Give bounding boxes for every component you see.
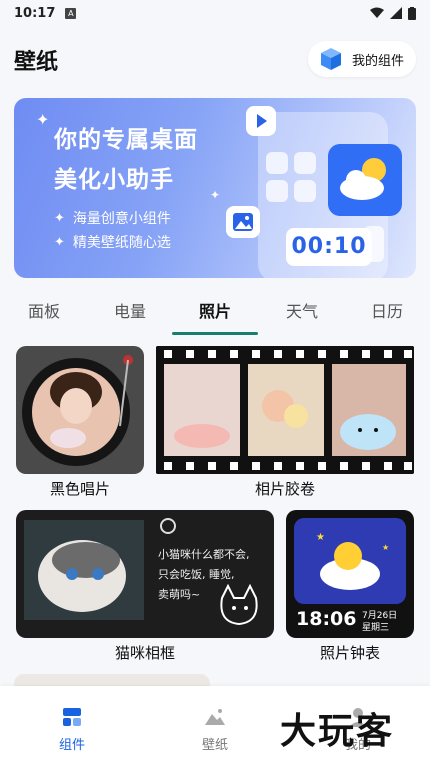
svg-text:★: ★ (316, 532, 325, 543)
weather-icon (328, 144, 402, 216)
tab-photo[interactable]: 照片 (185, 298, 245, 322)
cat-thumbnail: 小猫咪什么都不会, 只会吃饭, 睡觉, 卖萌吗~ (16, 510, 274, 638)
banner-title-line1: 你的专属桌面 (54, 127, 198, 153)
banner-bullet-1-text: 海量创意小组件 (72, 211, 171, 227)
mountain-icon (205, 709, 225, 725)
page-title: 壁纸 (14, 50, 59, 75)
clock-time: 18:06 (296, 608, 357, 630)
banner-bullet-2-text: 精美壁纸随心选 (72, 235, 171, 251)
sparkle-icon: ✦ (54, 234, 65, 250)
tab-battery[interactable]: 电量 (100, 298, 160, 322)
banner-bullet-1: ✦ 海量创意小组件 (54, 208, 171, 228)
app-tile (294, 152, 316, 174)
image-icon (226, 206, 260, 238)
app-tile (294, 180, 316, 202)
clock-thumbnail: ★ ★ 18:06 7月26日 星期三 (286, 510, 414, 638)
my-widgets-button[interactable]: 我的组件 (307, 41, 416, 77)
timer-widget: 00:10 (286, 228, 372, 266)
wifi-icon (370, 7, 384, 18)
tab-indicator (172, 332, 258, 335)
watermark-logo: 大玩客 (280, 710, 395, 752)
sparkle-icon: ✦ (54, 210, 65, 226)
film-thumbnail (156, 346, 414, 474)
banner-bullet-2: ✦ 精美壁纸随心选 (54, 232, 171, 252)
cube-icon (320, 48, 341, 70)
sparkle-icon: ✦ (210, 188, 221, 202)
status-time: 10:17 (14, 5, 56, 21)
status-icons (370, 6, 416, 20)
app-tile (266, 152, 288, 174)
promo-banner[interactable]: ✦ ✦ 你的专属桌面 美化小助手 ✦ 海量创意小组件 ✦ 精美壁纸随心选 00:… (14, 98, 416, 278)
clock-label: 照片钟表 (319, 644, 380, 662)
film-label: 相片胶卷 (254, 480, 315, 498)
clock-weekday: 星期三 (362, 623, 390, 633)
battery-icon (408, 6, 416, 20)
category-tabs: 面板 电量 照片 天气 日历 (0, 290, 430, 335)
cat-note-line2: 只会吃饭, 睡觉, (158, 568, 235, 581)
sim-icon: A (65, 7, 77, 19)
nav-widgets-label: 组件 (58, 738, 85, 753)
nav-widgets[interactable]: 组件 (32, 706, 112, 753)
cat-note-line3: 卖萌吗~ (158, 588, 201, 601)
nav-wallpaper-label: 壁纸 (201, 738, 228, 753)
svg-text:★: ★ (382, 543, 389, 552)
banner-title-line2: 美化小助手 (54, 167, 174, 193)
cat-note-line1: 小猫咪什么都不会, (158, 548, 250, 561)
tab-calendar[interactable]: 日历 (357, 298, 417, 322)
signal-icon (390, 7, 402, 19)
tab-panel[interactable]: 面板 (14, 298, 74, 322)
record-thumbnail (16, 346, 144, 474)
record-label: 黑色唱片 (49, 480, 110, 498)
app-tile (266, 180, 288, 202)
page-header: 壁纸 我的组件 (0, 30, 430, 86)
sparkle-icon: ✦ (36, 110, 50, 129)
widgets-icon (63, 708, 81, 726)
tab-weather[interactable]: 天气 (272, 298, 332, 322)
nav-wallpaper[interactable]: 壁纸 (175, 706, 255, 753)
cat-label: 猫咪相框 (114, 644, 175, 662)
my-widgets-label: 我的组件 (351, 53, 404, 69)
play-icon (246, 106, 276, 136)
status-bar: 10:17 A (0, 0, 430, 26)
